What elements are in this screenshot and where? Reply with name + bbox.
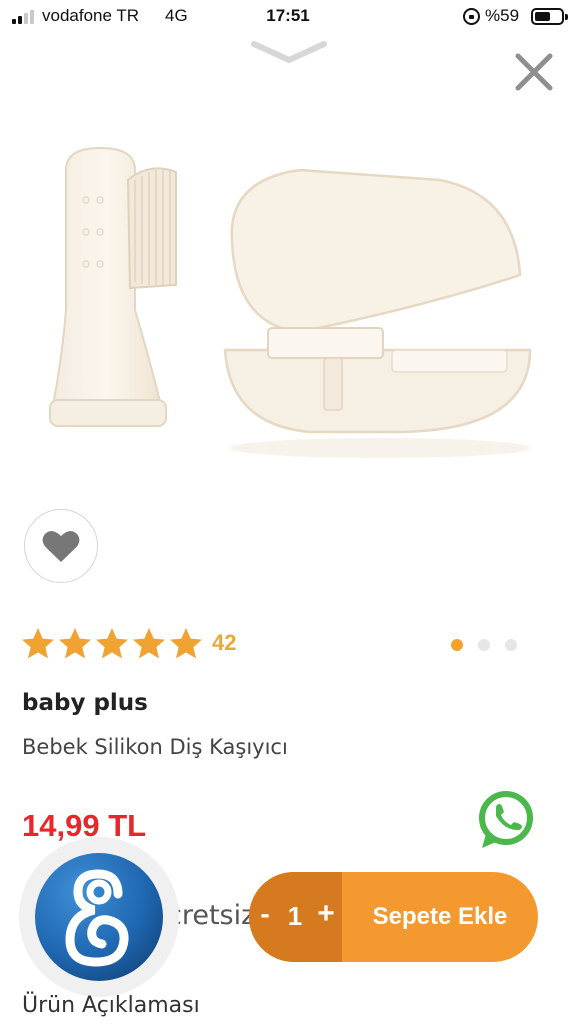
favorite-button[interactable] — [24, 509, 98, 583]
rating-count[interactable]: 42 — [212, 630, 236, 656]
whatsapp-icon[interactable] — [474, 788, 538, 852]
add-to-cart-button[interactable]: Sepete Ekle — [342, 872, 538, 962]
product-brand[interactable]: baby plus — [22, 690, 148, 716]
rating-stars — [20, 626, 205, 662]
chevron-down-icon[interactable] — [250, 38, 328, 66]
star-icon — [170, 628, 202, 659]
quantity-increase-button[interactable]: + — [315, 899, 337, 929]
battery-percentage: %59 — [485, 6, 520, 25]
quantity-decrease-button[interactable]: - — [256, 899, 274, 929]
battery-level-fill — [535, 12, 550, 21]
pager-dot[interactable] — [505, 639, 517, 651]
star-icon — [96, 628, 128, 659]
close-icon[interactable] — [512, 50, 556, 94]
heart-icon — [42, 530, 80, 562]
cart-bar: - 1 + Sepete Ekle — [249, 872, 538, 962]
product-description-header[interactable]: Ürün Açıklaması — [22, 993, 200, 1018]
quantity-value: 1 — [287, 901, 303, 931]
pager-dot[interactable] — [451, 639, 463, 651]
star-icon — [59, 628, 91, 659]
image-pager — [451, 639, 532, 651]
app-logo-icon[interactable] — [18, 836, 180, 998]
product-name: Bebek Silikon Diş Kaşıyıcı — [22, 735, 288, 759]
orientation-lock-icon — [463, 8, 480, 25]
star-icon — [133, 628, 165, 659]
star-icon — [22, 628, 54, 659]
status-bar: vodafone TR 4G 17:51 %59 — [0, 0, 576, 34]
battery-icon — [531, 8, 568, 25]
pager-dot[interactable] — [478, 639, 490, 651]
product-image[interactable] — [0, 110, 576, 500]
quantity-stepper: - 1 + — [249, 872, 342, 962]
